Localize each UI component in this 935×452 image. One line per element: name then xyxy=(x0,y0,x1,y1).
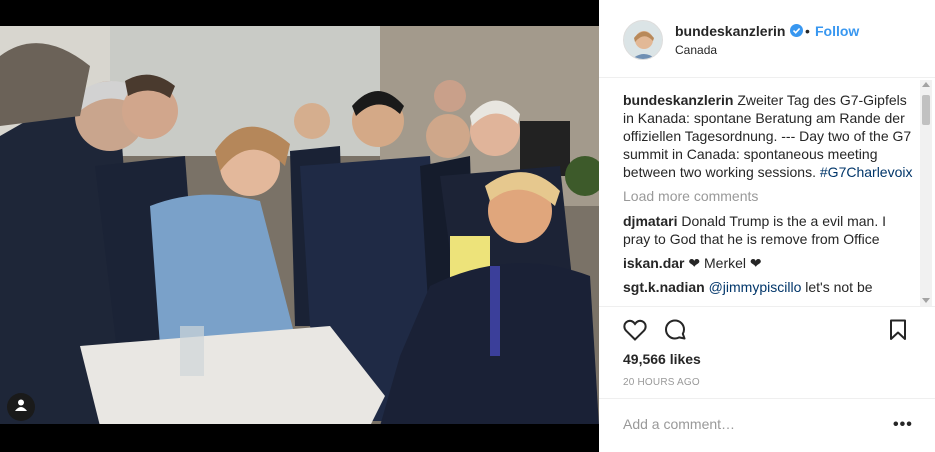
location-link[interactable]: Canada xyxy=(675,43,717,57)
post-photo[interactable] xyxy=(0,26,599,426)
separator-dot: • xyxy=(805,23,810,39)
more-options-button[interactable]: ••• xyxy=(893,416,913,434)
comment-item: iskan.dar ❤ Merkel ❤ xyxy=(623,254,913,272)
comment-text: ❤ Merkel ❤ xyxy=(688,255,762,271)
post-header: bundeskanzlerin • Follow Canada xyxy=(599,0,935,78)
caption-hashtag[interactable]: #G7Charlevoix xyxy=(820,164,913,180)
user-tag-button[interactable] xyxy=(7,393,35,421)
user-tag-icon xyxy=(14,398,28,417)
follow-button[interactable]: Follow xyxy=(815,23,859,39)
comment-mention[interactable]: @jimmypiscillo xyxy=(709,279,802,295)
speech-bubble-icon[interactable] xyxy=(663,318,687,347)
post-username[interactable]: bundeskanzlerin xyxy=(675,23,785,39)
scroll-up-arrow-icon[interactable] xyxy=(922,82,930,87)
comment-item: djmatari Donald Trump is the a evil man.… xyxy=(623,212,913,248)
scrollbar-thumb[interactable] xyxy=(922,95,930,125)
scroll-down-arrow-icon[interactable] xyxy=(922,298,930,303)
likes-count[interactable]: 49,566 likes xyxy=(623,351,701,367)
add-comment-section: ••• xyxy=(599,398,935,452)
verified-badge-icon xyxy=(790,24,803,37)
comment-username[interactable]: djmatari xyxy=(623,213,677,229)
comment-input[interactable] xyxy=(623,412,883,436)
comment-username[interactable]: sgt.k.nadian xyxy=(623,279,705,295)
comment-text: let's not be xyxy=(805,279,873,295)
comment-item: sgt.k.nadian @jimmypiscillo let's not be xyxy=(623,278,913,296)
photo-panel xyxy=(0,0,599,452)
load-more-comments-button[interactable]: Load more comments xyxy=(623,187,913,205)
comments-list: bundeskanzlerin Zweiter Tag des G7-Gipfe… xyxy=(623,91,913,306)
heart-icon[interactable] xyxy=(623,319,647,346)
post-sidebar: bundeskanzlerin • Follow Canada bundeska… xyxy=(599,0,935,452)
post-actions: 49,566 likes 20 HOURS AGO xyxy=(599,306,935,410)
bookmark-icon[interactable] xyxy=(889,319,907,346)
post-timestamp[interactable]: 20 HOURS AGO xyxy=(623,377,700,388)
avatar[interactable] xyxy=(623,20,663,60)
caption-username[interactable]: bundeskanzlerin xyxy=(623,92,733,108)
caption: bundeskanzlerin Zweiter Tag des G7-Gipfe… xyxy=(623,91,913,181)
comment-username[interactable]: iskan.dar xyxy=(623,255,684,271)
